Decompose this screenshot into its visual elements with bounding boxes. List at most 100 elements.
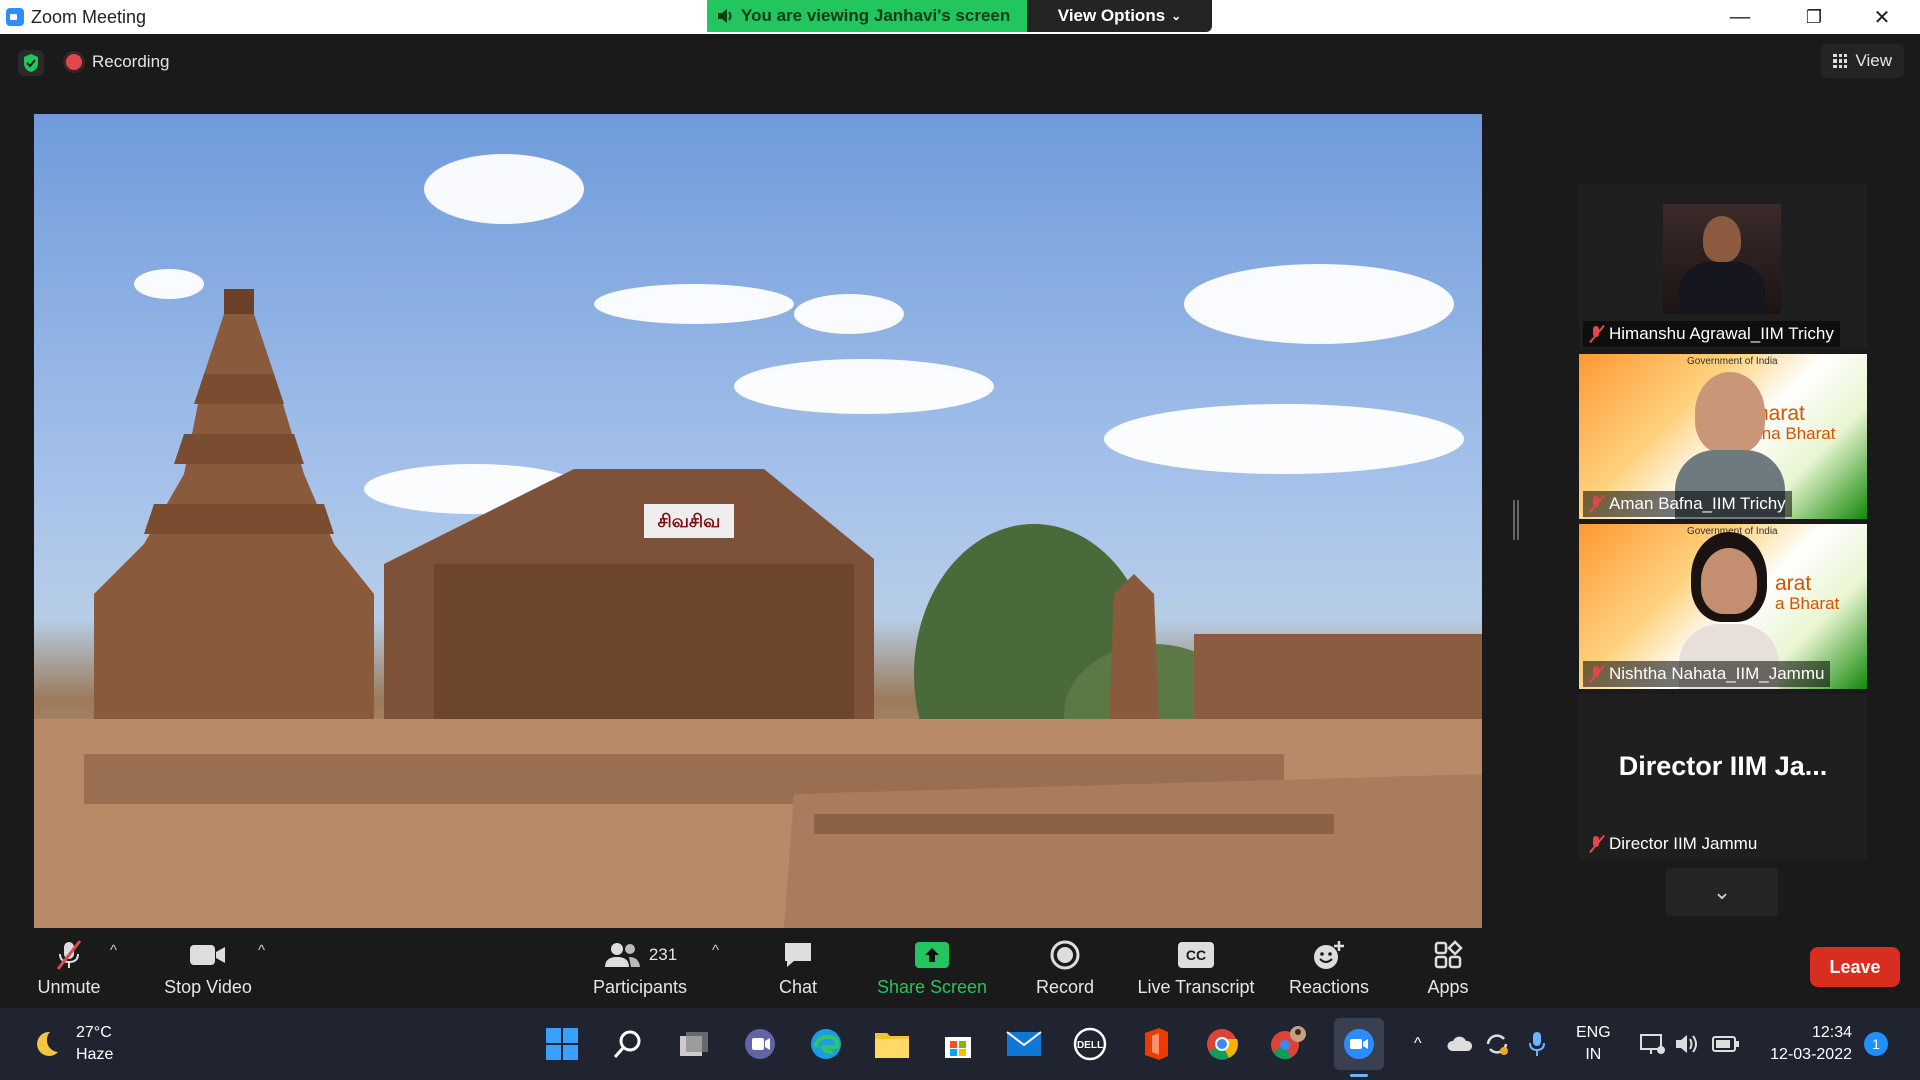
search-icon[interactable] [608,1024,648,1064]
office-icon[interactable] [1136,1024,1176,1064]
weather-temperature: 27°C [76,1024,112,1041]
taskbar-clock[interactable]: 12:34 12-03-2022 [1740,1022,1852,1066]
weather-condition: Haze [76,1046,114,1063]
file-explorer-icon[interactable] [872,1024,912,1064]
participant-tile[interactable]: Director IIM Ja... Director IIM Jammu [1579,694,1867,859]
sync-icon[interactable] [1484,1008,1510,1080]
panel-splitter-handle[interactable] [1513,500,1519,540]
shared-screen-view[interactable]: சிவசிவ [34,114,1482,928]
record-button[interactable]: Record [1030,928,1100,1008]
share-screen-icon [914,939,950,971]
clock-time: 12:34 [1811,1024,1852,1041]
recording-indicator[interactable]: Recording [66,52,170,72]
chevron-down-icon: ⌄ [1171,9,1182,23]
live-transcript-label: Live Transcript [1137,976,1255,997]
chrome-icon[interactable] [1202,1024,1242,1064]
share-screen-label: Share Screen [876,976,988,997]
zoom-app-icon [6,8,24,26]
participant-name-label: Nishtha Nahata_IIM_Jammu [1583,661,1831,687]
cc-badge: CC [1178,941,1214,968]
participant-face [1701,548,1757,614]
chat-button[interactable]: Chat [768,928,828,1008]
record-label: Record [1035,976,1095,997]
recording-label: Recording [92,52,170,71]
participants-button[interactable]: 231 Participants [590,928,690,1008]
view-button[interactable]: View [1821,44,1904,78]
notification-badge[interactable]: 1 [1864,1032,1888,1056]
language-indicator[interactable]: ENG IN [1576,1008,1611,1080]
security-shield-icon[interactable] [18,50,44,76]
participant-name-label: Aman Bafna_IIM Trichy [1583,491,1792,517]
apps-label: Apps [1427,976,1469,997]
weather-widget[interactable]: 27°C Haze [30,1022,113,1066]
windows-start-icon[interactable] [542,1024,582,1064]
restore-button[interactable]: ❐ [1784,0,1844,34]
participant-name: Nishtha Nahata_IIM_Jammu [1609,664,1825,683]
video-camera-icon [189,939,227,971]
microsoft-store-icon[interactable] [938,1024,978,1064]
chat-label: Chat [778,976,818,997]
participant-tile[interactable]: Himanshu Agrawal_IIM Trichy [1579,184,1867,349]
participant-tile[interactable]: Government of India harat tha Bharat Ama… [1579,354,1867,519]
participant-name: Himanshu Agrawal_IIM Trichy [1609,324,1834,343]
view-label: View [1855,51,1892,70]
leave-button[interactable]: Leave [1810,947,1900,987]
mic-muted-icon [1589,495,1603,513]
chat-bubble-icon [782,939,814,971]
network-icon[interactable] [1638,1008,1666,1080]
unmute-label: Unmute [37,976,101,997]
unmute-button[interactable]: Unmute [28,928,110,1008]
apps-icon [1433,939,1463,971]
microphone-icon[interactable] [1528,1008,1546,1080]
minimize-button[interactable]: — [1710,0,1770,34]
stop-video-label: Stop Video [164,976,252,997]
emoji-plus-icon [1312,939,1346,971]
participants-icon-group: 231 [603,939,677,971]
mic-muted-icon [1589,665,1603,683]
participants-label: Participants [592,976,688,997]
zoom-taskbar-icon[interactable] [1334,1018,1384,1070]
share-screen-button[interactable]: Share Screen [872,928,992,1008]
window-title: Zoom Meeting [31,7,147,27]
volume-icon[interactable] [1674,1008,1700,1080]
live-transcript-button[interactable]: CC Live Transcript [1134,928,1258,1008]
video-options-caret-icon[interactable]: ^ [258,942,265,959]
battery-icon[interactable] [1712,1008,1740,1080]
banner-line2: tha Bharat [1757,424,1836,443]
participant-face [1695,372,1765,454]
chrome-profile-icon[interactable] [1268,1024,1308,1064]
closed-caption-icon: CC [1178,939,1214,971]
chevron-down-icon: ⌄ [1712,879,1732,904]
grid-icon [1833,54,1848,68]
meeting-toolbar: Unmute ^ Stop Video ^ 231 Participants ^… [0,928,1920,1008]
view-options-button[interactable]: View Options ⌄ [1027,0,1212,32]
onedrive-cloud-icon[interactable] [1446,1008,1474,1080]
participant-name-label: Himanshu Agrawal_IIM Trichy [1583,321,1840,347]
audio-options-caret-icon[interactable]: ^ [110,942,117,959]
reactions-button[interactable]: Reactions [1286,928,1372,1008]
participant-name: Aman Bafna_IIM Trichy [1609,494,1786,513]
apps-button[interactable]: Apps [1420,928,1476,1008]
mic-muted-icon [1589,325,1603,343]
clock-date: 12-03-2022 [1770,1046,1852,1063]
gallery-scroll-down-button[interactable]: ⌄ [1666,868,1778,916]
edge-browser-icon[interactable] [806,1024,846,1064]
temple-sign-text: சிவசிவ [658,511,721,532]
participants-options-caret-icon[interactable]: ^ [712,942,719,959]
banner-line1: arat [1775,572,1812,595]
task-view-icon[interactable] [674,1024,714,1064]
speaker-icon [718,9,732,23]
tray-overflow-chevron-icon[interactable]: ^ [1414,1008,1422,1080]
dell-logo-text: DELL [1077,1040,1103,1051]
participant-face [1703,216,1741,262]
mail-icon[interactable] [1004,1024,1044,1064]
participants-icon [604,942,640,967]
reactions-label: Reactions [1288,976,1370,997]
close-button[interactable]: ✕ [1852,0,1912,34]
stop-video-button[interactable]: Stop Video [156,928,260,1008]
dell-icon[interactable]: DELL [1070,1024,1110,1064]
teams-chat-icon[interactable] [740,1024,780,1064]
participant-tile[interactable]: Government of India arat a Bharat Nishth… [1579,524,1867,689]
language-region: IN [1585,1046,1602,1063]
banner-top-text: Government of India [1687,356,1778,367]
